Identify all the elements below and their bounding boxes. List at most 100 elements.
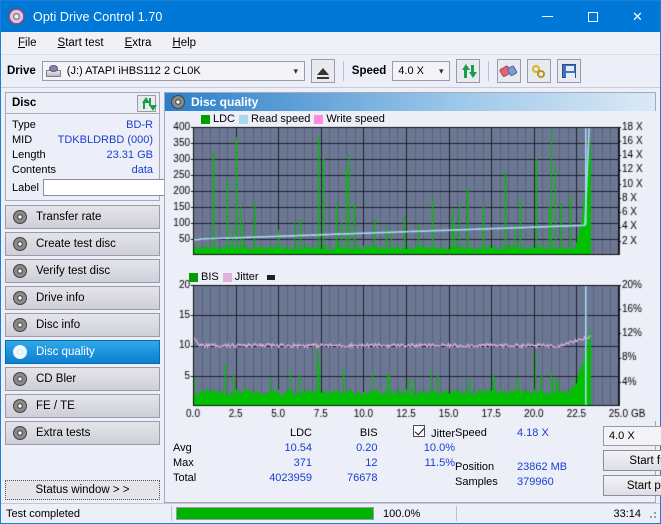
- disc-row-type: Type BD-R: [12, 117, 153, 132]
- eraser-icon: [499, 61, 519, 80]
- legend-read-speed: Read speed: [239, 113, 310, 125]
- stats-max-ldc: 371: [235, 457, 312, 469]
- maximize-icon: [588, 12, 598, 22]
- refresh-button[interactable]: [456, 59, 480, 83]
- legend-write-speed: Write speed: [314, 113, 385, 125]
- legend-swatch-icon: [201, 115, 210, 124]
- run-row-speed: Speed 4.18 X: [455, 425, 603, 440]
- sidebar-spacer: [5, 445, 160, 480]
- drive-select[interactable]: (J:) ATAPI iHBS112 2 CL0K ▾: [42, 61, 305, 81]
- sidebar-item-label: Extra tests: [36, 427, 90, 439]
- test-speed-select[interactable]: 4.0 X ▾: [603, 426, 661, 446]
- stats-row-label: Max: [173, 457, 235, 469]
- run-panel: Speed 4.18 X Position 23862 MB Samples 3…: [455, 425, 661, 496]
- save-button[interactable]: [557, 59, 581, 83]
- menu-bar: File Start test Extra Help: [1, 32, 660, 55]
- legend-label: LDC: [213, 113, 235, 125]
- eject-icon: [317, 68, 329, 75]
- start-part-button[interactable]: Start part: [603, 475, 661, 496]
- jitter-checkbox-cell[interactable]: Jitter: [378, 425, 455, 440]
- ldc-chart-wrap: LDC Read speed Write speed: [165, 111, 655, 269]
- disc-icon: [13, 237, 27, 251]
- stats-row-label: Avg: [173, 442, 235, 454]
- progress-percent: 100.0%: [378, 504, 456, 523]
- disc-label-caption: Label: [12, 182, 39, 194]
- stats-col-ldc: LDC: [235, 427, 312, 439]
- sidebar-item-fe-te[interactable]: FE / TE: [5, 394, 160, 418]
- content-panel: Disc quality LDC Read speed: [164, 92, 656, 503]
- close-button[interactable]: ✕: [615, 1, 660, 32]
- nav-list: Transfer rate Create test disc Verify te…: [5, 205, 160, 445]
- disc-mid-label: MID: [12, 134, 32, 146]
- stats-row-max: Max 371 12 11.5%: [173, 455, 455, 470]
- run-speed-value: 4.18 X: [517, 427, 549, 439]
- menu-file[interactable]: File: [9, 34, 46, 52]
- stats-avg-bis: 0.20: [312, 442, 378, 454]
- menu-start-test[interactable]: Start test: [49, 34, 113, 52]
- progress-fill: [177, 508, 373, 519]
- marker-icon: [267, 275, 275, 280]
- menu-extra[interactable]: Extra: [116, 34, 161, 52]
- legend-bis: BIS: [189, 271, 219, 283]
- status-divider-1: [171, 506, 172, 521]
- app-window: Opti Drive Control 1.70 ✕ File Start tes…: [0, 0, 661, 524]
- resize-grip-icon[interactable]: [646, 508, 658, 520]
- sidebar-item-label: Transfer rate: [36, 211, 101, 223]
- minimize-icon: [542, 16, 553, 17]
- disc-panel-title: Disc: [12, 97, 36, 109]
- legend-label: Read speed: [251, 113, 310, 125]
- speed-label: Speed: [352, 65, 387, 77]
- tools-button[interactable]: [527, 59, 551, 83]
- stats-avg-jitter: 10.0%: [378, 442, 455, 454]
- drive-label: Drive: [7, 65, 36, 77]
- stats-table: LDC BIS Jitter Avg 10.54 0.20 10.0%: [165, 425, 455, 496]
- run-row-position: Position 23862 MB: [455, 459, 603, 474]
- legend-swatch-icon: [223, 273, 232, 282]
- run-values: Speed 4.18 X Position 23862 MB Samples 3…: [455, 425, 603, 496]
- sidebar-item-verify-test-disc[interactable]: Verify test disc: [5, 259, 160, 283]
- erase-button[interactable]: [497, 59, 521, 83]
- menu-start-test-rest: tart test: [65, 37, 103, 49]
- sidebar-item-disc-quality[interactable]: Disc quality: [5, 340, 160, 364]
- stats-row-label: Total: [173, 472, 235, 484]
- legend-swatch-icon: [239, 115, 248, 124]
- sidebar-item-disc-info[interactable]: Disc info: [5, 313, 160, 337]
- sidebar: Disc Type BD-R MID TDKB: [5, 92, 160, 503]
- legend-swatch-icon: [189, 273, 198, 282]
- run-position-label: Position: [455, 461, 517, 473]
- minimize-button[interactable]: [525, 1, 570, 32]
- sidebar-item-label: CD Bler: [36, 373, 76, 385]
- sidebar-item-transfer-rate[interactable]: Transfer rate: [5, 205, 160, 229]
- menu-help-rest: elp: [181, 37, 196, 49]
- speed-select-value: 4.0 X: [398, 65, 424, 77]
- sidebar-item-create-test-disc[interactable]: Create test disc: [5, 232, 160, 256]
- disc-row-mid: MID TDKBLDRBD (000): [12, 132, 153, 147]
- stats-row-avg: Avg 10.54 0.20 10.0%: [173, 440, 455, 455]
- disc-icon: [13, 318, 27, 332]
- legend-label: BIS: [201, 271, 219, 283]
- ldc-chart-legend: LDC Read speed Write speed: [201, 113, 385, 125]
- legend-label: Jitter: [235, 271, 259, 283]
- bis-jitter-chart-canvas[interactable]: [165, 269, 659, 421]
- ldc-chart-canvas[interactable]: [165, 111, 659, 269]
- status-window-button[interactable]: Status window > >: [5, 480, 160, 500]
- start-full-button[interactable]: Start full: [603, 450, 661, 471]
- disc-icon: [13, 210, 27, 224]
- page-title: Disc quality: [191, 95, 258, 109]
- eject-button[interactable]: [311, 59, 335, 83]
- maximize-button[interactable]: [570, 1, 615, 32]
- sidebar-item-label: Create test disc: [36, 238, 116, 250]
- disc-icon: [13, 345, 27, 359]
- disc-type-label: Type: [12, 119, 36, 131]
- drive-icon: [46, 65, 62, 78]
- disc-refresh-button[interactable]: [137, 95, 156, 112]
- app-icon: [8, 8, 25, 25]
- sidebar-item-drive-info[interactable]: Drive info: [5, 286, 160, 310]
- sidebar-item-cd-bler[interactable]: CD Bler: [5, 367, 160, 391]
- speed-select[interactable]: 4.0 X ▾: [392, 61, 450, 81]
- sidebar-item-label: Drive info: [36, 292, 85, 304]
- jitter-checkbox[interactable]: [413, 425, 425, 437]
- menu-help[interactable]: Help: [163, 34, 205, 52]
- sidebar-item-extra-tests[interactable]: Extra tests: [5, 421, 160, 445]
- disc-length-label: Length: [12, 149, 46, 161]
